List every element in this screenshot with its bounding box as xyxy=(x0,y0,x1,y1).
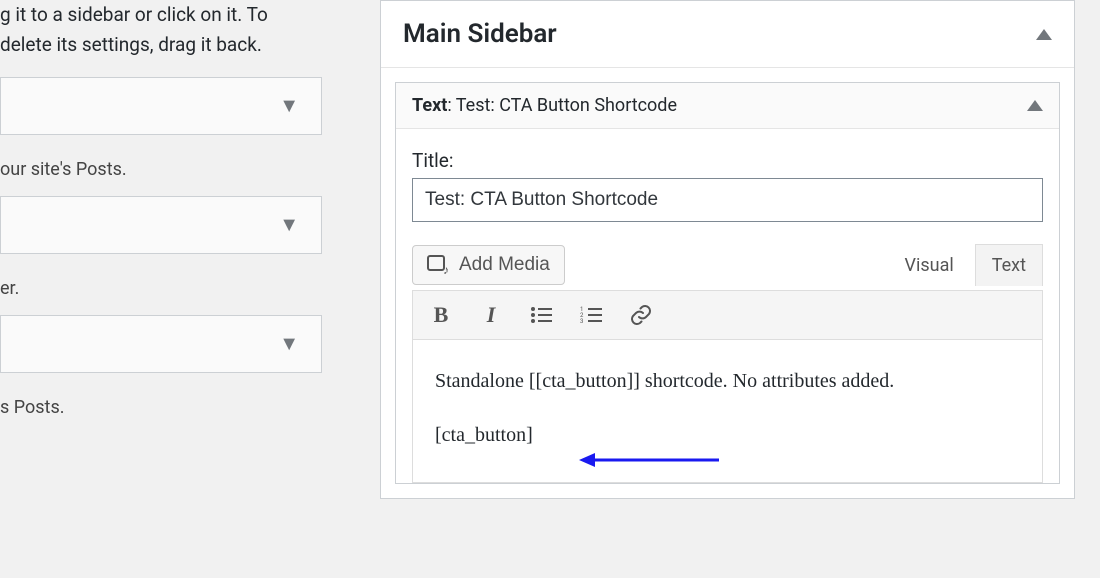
available-widget-3[interactable]: ▼ xyxy=(0,315,322,373)
camera-media-icon xyxy=(427,255,449,275)
tab-text[interactable]: Text xyxy=(975,244,1043,286)
widget-desc-2: er. xyxy=(0,264,322,315)
chevron-down-icon: ▼ xyxy=(279,93,299,118)
text-widget-title: Text: Test: CTA Button Shortcode xyxy=(412,95,677,116)
widgets-instructions: g it to a sidebar or click on it. To del… xyxy=(0,0,322,77)
italic-button[interactable]: I xyxy=(477,301,505,329)
link-button[interactable] xyxy=(627,301,655,329)
available-widgets-panel: g it to a sidebar or click on it. To del… xyxy=(0,0,340,578)
sidebar-area-panel: Main Sidebar Text: Test: CTA Button Shor… xyxy=(380,0,1075,499)
title-label: Title: xyxy=(412,149,1043,172)
bullet-list-icon xyxy=(530,306,552,324)
content-paragraph-1: Standalone [[cta_button]] shortcode. No … xyxy=(435,364,1020,398)
arrow-annotation xyxy=(579,450,719,470)
collapse-icon xyxy=(1036,29,1052,40)
available-widget-2[interactable]: ▼ xyxy=(0,196,322,254)
sidebar-area-title: Main Sidebar xyxy=(403,19,557,49)
text-widget: Text: Test: CTA Button Shortcode Title: … xyxy=(395,82,1060,484)
widget-desc-3: s Posts. xyxy=(0,383,322,434)
tab-visual[interactable]: Visual xyxy=(888,244,971,286)
link-icon xyxy=(629,303,653,327)
bullet-list-button[interactable] xyxy=(527,301,555,329)
collapse-icon xyxy=(1027,100,1043,111)
title-input[interactable] xyxy=(412,178,1043,222)
numbered-list-icon: 1 2 3 xyxy=(580,306,602,324)
bold-button[interactable]: B xyxy=(427,301,455,329)
text-widget-header[interactable]: Text: Test: CTA Button Shortcode xyxy=(396,83,1059,129)
sidebar-area-header[interactable]: Main Sidebar xyxy=(381,1,1074,68)
content-paragraph-2: [cta_button] xyxy=(435,418,1020,452)
chevron-down-icon: ▼ xyxy=(279,331,299,356)
svg-text:3: 3 xyxy=(580,318,583,324)
add-media-label: Add Media xyxy=(459,254,550,276)
add-media-button[interactable]: Add Media xyxy=(412,245,565,285)
editor-content[interactable]: Standalone [[cta_button]] shortcode. No … xyxy=(412,340,1043,483)
numbered-list-button[interactable]: 1 2 3 xyxy=(577,301,605,329)
chevron-down-icon: ▼ xyxy=(279,212,299,237)
widget-desc-1: our site's Posts. xyxy=(0,145,322,196)
available-widget-1[interactable]: ▼ xyxy=(0,77,322,135)
editor-toolbar: B I xyxy=(412,290,1043,340)
editor-tabs: Visual Text xyxy=(888,244,1043,286)
